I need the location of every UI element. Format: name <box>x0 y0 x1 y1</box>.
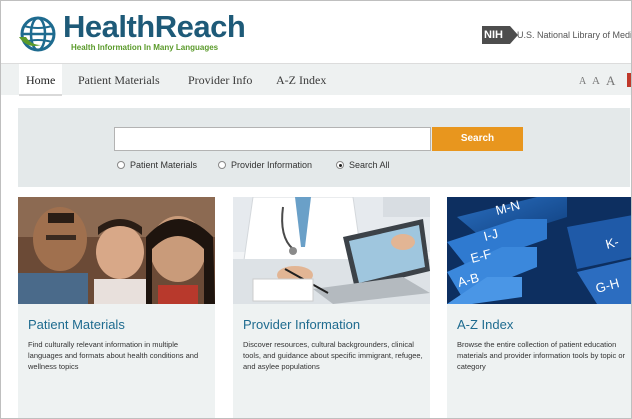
page-frame: HealthReach Health Information In Many L… <box>0 0 632 419</box>
radio-patient-materials[interactable]: Patient Materials <box>117 159 197 171</box>
site-logo-title[interactable]: HealthReach <box>63 11 246 43</box>
search-input[interactable] <box>114 127 431 151</box>
bookmark-icon[interactable] <box>627 73 631 87</box>
nav-item-patient-materials[interactable]: Patient Materials <box>78 64 160 96</box>
main-nav: Home Patient Materials Provider Info A-Z… <box>1 63 631 96</box>
text-size-medium-button[interactable]: A <box>592 75 600 87</box>
search-button[interactable]: Search <box>432 127 523 151</box>
card-title[interactable]: Provider Information <box>243 317 360 332</box>
card-description: Find culturally relevant information in … <box>28 340 199 371</box>
doctor-laptop-photo[interactable] <box>233 197 430 304</box>
site-logo-tagline: Health Information In Many Languages <box>71 43 219 52</box>
radio-circle-checked-icon[interactable] <box>336 161 344 169</box>
card-provider-information[interactable]: Provider Information Discover resources,… <box>233 197 430 418</box>
nih-logo[interactable]: NIH <box>482 26 518 44</box>
card-title[interactable]: A-Z Index <box>457 317 513 332</box>
text-size-small-button[interactable]: A <box>579 76 586 87</box>
family-photo[interactable] <box>18 197 215 304</box>
nlm-link[interactable]: U.S. National Library of Medic <box>517 30 631 40</box>
file-tabs-photo[interactable]: M-N I-J E-F A-B K- G-H <box>447 197 632 304</box>
radio-provider-information[interactable]: Provider Information <box>218 159 312 171</box>
card-a-z-index[interactable]: M-N I-J E-F A-B K- G-H A-Z Index Browse … <box>447 197 632 418</box>
nav-item-provider-info[interactable]: Provider Info <box>188 64 252 96</box>
card-title[interactable]: Patient Materials <box>28 317 125 332</box>
globe-logo-icon[interactable] <box>17 15 59 53</box>
card-description: Discover resources, cultural backgrounde… <box>243 340 423 371</box>
search-panel: Search Patient Materials Provider Inform… <box>18 108 630 187</box>
radio-label: Provider Information <box>231 160 313 170</box>
radio-label: Search All <box>349 160 390 170</box>
card-description: Browse the entire collection of patient … <box>457 340 625 371</box>
text-size-large-button[interactable]: A <box>606 73 615 89</box>
radio-label: Patient Materials <box>130 160 198 170</box>
radio-circle-icon[interactable] <box>218 161 226 169</box>
site-header: HealthReach Health Information In Many L… <box>1 1 631 61</box>
card-patient-materials[interactable]: Patient Materials Find culturally releva… <box>18 197 215 418</box>
nav-item-home[interactable]: Home <box>19 64 63 96</box>
nav-item-a-z-index[interactable]: A-Z Index <box>276 64 326 96</box>
radio-search-all[interactable]: Search All <box>336 159 390 171</box>
radio-circle-icon[interactable] <box>117 161 125 169</box>
